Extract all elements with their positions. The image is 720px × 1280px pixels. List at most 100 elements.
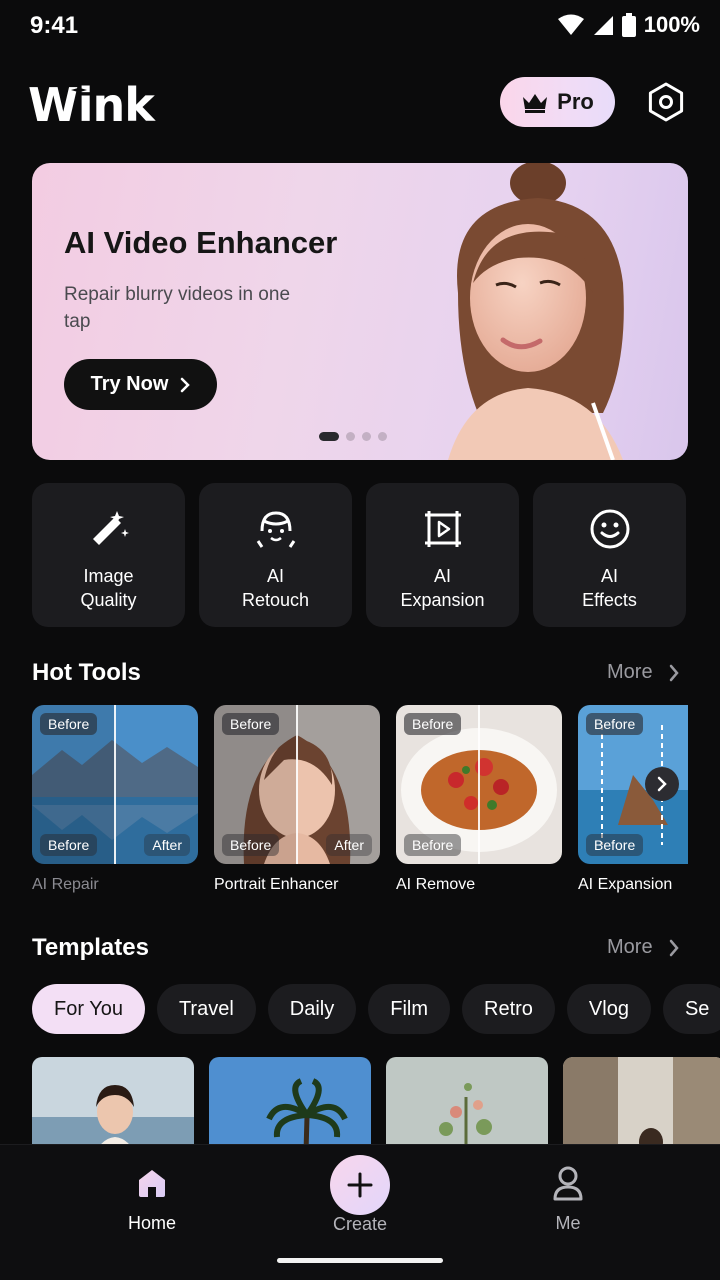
- after-tag: After: [144, 834, 190, 856]
- frame-expand-icon: [424, 511, 461, 547]
- face-retouch-icon: [256, 511, 295, 548]
- banner-page-indicator: [319, 432, 387, 441]
- pro-button[interactable]: Pro: [500, 77, 615, 127]
- page-dot: [362, 432, 371, 441]
- hot-tool-label: AI Remove: [396, 876, 476, 893]
- chevron-right-icon: [657, 776, 667, 792]
- template-card[interactable]: [32, 1057, 194, 1145]
- quick-tool-label: Image Quality: [80, 566, 137, 610]
- cellular-icon: [593, 16, 613, 35]
- app-logo: Wink: [28, 78, 155, 132]
- quick-tool-label: AI Retouch: [241, 566, 310, 610]
- hot-tool-label: AI Repair: [32, 876, 99, 893]
- status-bar: 9:41 100%: [0, 0, 720, 52]
- hot-tool-ai-remove[interactable]: Before Before AI Remove: [396, 705, 562, 894]
- before-tag: Before: [40, 713, 98, 735]
- hot-tool-ai-repair[interactable]: Before Before After AI Repair: [32, 705, 198, 894]
- template-thumbnail: [563, 1057, 720, 1145]
- quick-tool-ai-expansion[interactable]: AI Expansion: [366, 483, 519, 627]
- pro-label: Pro: [557, 89, 594, 114]
- plus-icon: [347, 1172, 373, 1198]
- try-now-label: Try Now: [90, 373, 169, 395]
- page-dot: [378, 432, 387, 441]
- template-thumbnail: [32, 1057, 194, 1145]
- chip-daily[interactable]: Daily: [267, 984, 357, 1034]
- templates-title: Templates: [32, 934, 149, 961]
- quick-tool-image-quality[interactable]: Image Quality: [32, 483, 185, 627]
- wifi-icon: [557, 14, 584, 35]
- before-tag: Before: [222, 834, 280, 856]
- try-now-button[interactable]: Try Now: [64, 359, 217, 410]
- before-tag: Before: [222, 713, 280, 735]
- hot-tools-more-link[interactable]: More: [607, 661, 679, 684]
- banner-title: AI Video Enhancer: [64, 225, 338, 260]
- chip-for-you[interactable]: For You: [32, 984, 145, 1034]
- before-tag: Before: [40, 834, 98, 856]
- battery-percent: 100%: [643, 12, 700, 37]
- template-thumbnail: [209, 1057, 371, 1145]
- hot-tool-thumbnail: Before Before: [396, 705, 562, 864]
- status-time: 9:41: [30, 12, 79, 39]
- hot-tools-list: Before Before After AI Repair Before Bef…: [32, 705, 688, 895]
- quick-tools: Image Quality AI Retouch AI Expansion AI…: [32, 483, 688, 627]
- hot-tool-label: AI Expansion: [578, 876, 673, 893]
- hot-tool-ai-expansion[interactable]: Before Before AI Expansion: [578, 705, 688, 894]
- nav-home-label: Home: [127, 1213, 176, 1233]
- hot-tool-thumbnail: Before Before After: [214, 705, 380, 864]
- hot-tools-title: Hot Tools: [32, 659, 141, 686]
- status-icons: 100%: [557, 12, 700, 38]
- create-button[interactable]: [330, 1155, 390, 1215]
- chip-retro[interactable]: Retro: [462, 984, 555, 1034]
- chip-film[interactable]: Film: [368, 984, 450, 1034]
- promo-banner[interactable]: AI Video Enhancer Repair blurry videos i…: [32, 163, 688, 460]
- page-dot-active: [319, 432, 339, 441]
- home-icon: [139, 1170, 165, 1197]
- chip-travel[interactable]: Travel: [156, 984, 256, 1034]
- crown-icon: [523, 94, 548, 113]
- template-list: [32, 1057, 720, 1145]
- magic-wand-icon: [92, 511, 129, 545]
- before-after-divider: [296, 705, 298, 864]
- quick-tool-label: AI Effects: [582, 566, 637, 610]
- hot-tool-label: Portrait Enhancer: [214, 876, 339, 893]
- before-after-divider: [478, 705, 480, 864]
- nav-me[interactable]: Me: [508, 1145, 628, 1245]
- quick-tool-ai-effects[interactable]: AI Effects: [533, 483, 686, 627]
- more-label: More: [607, 661, 653, 683]
- templates-more-link[interactable]: More: [607, 936, 679, 959]
- chip-se[interactable]: Se: [662, 984, 720, 1034]
- banner-portrait-image: [448, 163, 624, 460]
- chevron-right-icon: [669, 939, 679, 956]
- home-indicator: [277, 1258, 443, 1263]
- template-thumbnail: [386, 1057, 548, 1145]
- template-card[interactable]: [209, 1057, 371, 1145]
- template-card[interactable]: [386, 1057, 548, 1145]
- nav-home[interactable]: Home: [92, 1145, 212, 1245]
- before-tag: Before: [586, 834, 644, 856]
- logo-star-icon: [71, 82, 87, 98]
- battery-icon: [621, 13, 636, 37]
- chip-vlog[interactable]: Vlog: [566, 984, 651, 1034]
- before-tag: Before: [404, 834, 462, 856]
- quick-tool-label: AI Expansion: [400, 566, 485, 610]
- profile-icon: [553, 1166, 583, 1201]
- after-tag: After: [326, 834, 372, 856]
- template-category-tabs: For You Travel Daily Film Retro Vlog Se: [32, 984, 720, 1034]
- page-dot: [346, 432, 355, 441]
- banner-subtitle: Repair blurry videos in one tap: [64, 284, 291, 332]
- quick-tool-ai-retouch[interactable]: AI Retouch: [199, 483, 352, 627]
- nav-me-label: Me: [555, 1213, 581, 1233]
- chevron-right-icon: [669, 664, 679, 681]
- settings-icon[interactable]: [645, 81, 687, 123]
- smiley-icon: [590, 509, 629, 549]
- nav-create-label: Create: [332, 1214, 388, 1234]
- hot-tool-thumbnail: Before Before After: [32, 705, 198, 864]
- template-card[interactable]: [563, 1057, 720, 1145]
- hot-tools-scroll-right-button[interactable]: [645, 767, 679, 801]
- hot-tool-portrait-enhancer[interactable]: Before Before After Portrait Enhancer: [214, 705, 380, 894]
- more-label: More: [607, 936, 653, 958]
- before-after-divider: [114, 705, 116, 864]
- before-tag: Before: [586, 713, 644, 735]
- chevron-right-icon: [181, 377, 191, 392]
- before-tag: Before: [404, 713, 462, 735]
